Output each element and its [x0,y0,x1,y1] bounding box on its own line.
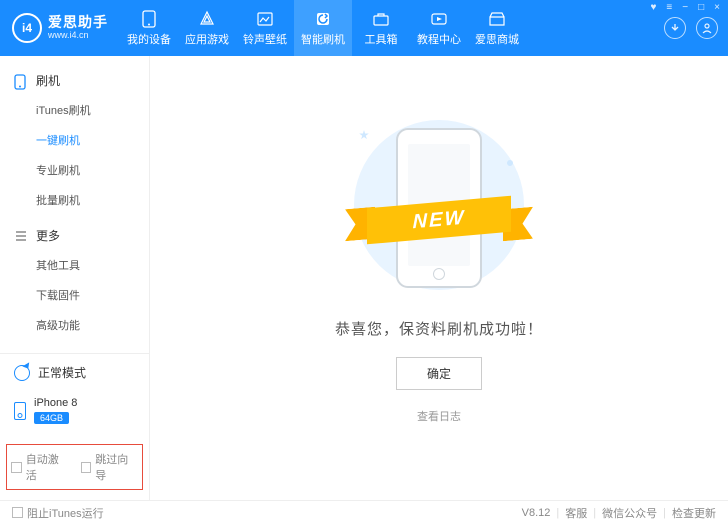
checkbox-label: 自动激活 [26,451,69,483]
download-icon[interactable] [664,17,686,39]
sidebar-item-itunes-flash[interactable]: iTunes刷机 [0,95,149,125]
sidebar-item-other-tools[interactable]: 其他工具 [0,250,149,280]
tab-store[interactable]: 爱思商城 [468,0,526,56]
user-icon[interactable] [696,17,718,39]
phone-icon [139,10,159,28]
tab-my-device[interactable]: 我的设备 [120,0,178,56]
checkbox-icon [11,462,22,473]
sidebar-item-oneclick-flash[interactable]: 一键刷机 [0,125,149,155]
main-content: NEW 恭喜您，保资料刷机成功啦！ 确定 查看日志 [150,56,728,500]
app-logo: i4 爱思助手 www.i4.cn [0,0,120,56]
body: 刷机 iTunes刷机 一键刷机 专业刷机 批量刷机 更多 其他工具 下载固件 … [0,56,728,500]
connected-device[interactable]: iPhone 8 64GB [0,391,149,434]
flash-icon [313,10,333,28]
app-header: ♥ ≡ − □ × i4 爱思助手 www.i4.cn 我的设备 应用游戏 铃声… [0,0,728,56]
phone-icon [14,74,28,88]
tab-apps[interactable]: 应用游戏 [178,0,236,56]
maximize-icon[interactable]: □ [696,2,706,13]
tab-label: 工具箱 [365,31,398,47]
store-icon [487,10,507,28]
window-controls: ♥ ≡ − □ × [648,2,722,13]
tab-label: 爱思商城 [475,31,519,47]
checkbox-label: 跳过向导 [95,451,138,483]
ribbon-text: NEW [367,196,511,245]
sidebar-item-download-firmware[interactable]: 下载固件 [0,280,149,310]
device-name: iPhone 8 [34,397,77,409]
success-illustration: NEW [339,110,539,300]
more-icon [14,229,28,243]
version-label: V8.12 [522,507,551,519]
device-icon [14,402,26,420]
checkbox-auto-activate[interactable]: 自动激活 [11,451,69,483]
device-mode[interactable]: 正常模式 [0,354,149,391]
checkbox-block-itunes[interactable]: 阻止iTunes运行 [12,505,104,521]
tab-toolbox[interactable]: 工具箱 [352,0,410,56]
sidebar-item-batch-flash[interactable]: 批量刷机 [0,185,149,215]
main-tabs: 我的设备 应用游戏 铃声壁纸 智能刷机 工具箱 教程中心 爱思商城 [120,0,526,56]
tab-tutorial[interactable]: 教程中心 [410,0,468,56]
tab-ringtone[interactable]: 铃声壁纸 [236,0,294,56]
ok-button[interactable]: 确定 [396,357,482,390]
close-icon[interactable]: × [712,2,722,13]
sidebar: 刷机 iTunes刷机 一键刷机 专业刷机 批量刷机 更多 其他工具 下载固件 … [0,56,150,500]
tab-label: 应用游戏 [185,31,229,47]
wallpaper-icon [255,10,275,28]
wechat-link[interactable]: 微信公众号 [602,505,657,521]
checkbox-label: 阻止iTunes运行 [27,505,104,521]
checkbox-skip-guide[interactable]: 跳过向导 [81,451,139,483]
update-link[interactable]: 检查更新 [672,505,716,521]
storage-badge: 64GB [34,412,69,424]
options-highlight: 自动激活 跳过向导 [6,444,143,490]
settings-icon[interactable]: ♥ [648,2,658,13]
tab-label: 我的设备 [127,31,171,47]
logo-icon: i4 [12,13,42,43]
mode-label: 正常模式 [38,364,86,381]
new-ribbon: NEW [345,196,533,244]
sidebar-item-pro-flash[interactable]: 专业刷机 [0,155,149,185]
menu-icon[interactable]: ≡ [664,2,674,13]
tab-label: 教程中心 [417,31,461,47]
refresh-icon [14,365,30,381]
tab-flash[interactable]: 智能刷机 [294,0,352,56]
sidebar-group-more[interactable]: 更多 [0,221,149,250]
app-title: 爱思助手 [48,15,108,30]
toolbox-icon [371,10,391,28]
support-link[interactable]: 客服 [565,505,587,521]
minimize-icon[interactable]: − [680,2,690,13]
group-title: 更多 [36,227,60,244]
checkbox-icon [12,507,23,518]
tab-label: 智能刷机 [301,31,345,47]
app-subtitle: www.i4.cn [48,31,108,41]
view-log-link[interactable]: 查看日志 [417,408,461,424]
tab-label: 铃声壁纸 [243,31,287,47]
apps-icon [197,10,217,28]
tutorial-icon [429,10,449,28]
checkbox-icon [81,462,92,473]
success-message: 恭喜您，保资料刷机成功啦！ [335,318,543,339]
status-bar: 阻止iTunes运行 V8.12 | 客服 | 微信公众号 | 检查更新 [0,500,728,524]
sidebar-item-advanced[interactable]: 高级功能 [0,310,149,340]
sidebar-group-flash[interactable]: 刷机 [0,66,149,95]
group-title: 刷机 [36,72,60,89]
